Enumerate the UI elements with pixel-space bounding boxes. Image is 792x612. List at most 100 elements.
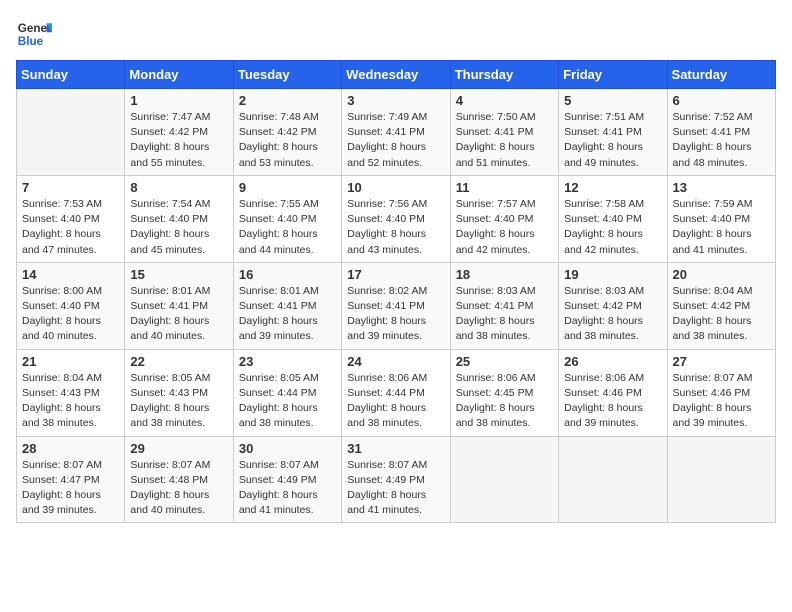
calendar-cell (17, 89, 125, 176)
day-info: Sunrise: 8:07 AM Sunset: 4:49 PM Dayligh… (239, 458, 336, 519)
day-number: 27 (673, 354, 770, 369)
weekday-header: Saturday (667, 61, 775, 89)
weekday-header: Sunday (17, 61, 125, 89)
day-number: 26 (564, 354, 661, 369)
day-info: Sunrise: 7:54 AM Sunset: 4:40 PM Dayligh… (130, 197, 227, 258)
calendar-cell: 3Sunrise: 7:49 AM Sunset: 4:41 PM Daylig… (342, 89, 450, 176)
day-info: Sunrise: 8:07 AM Sunset: 4:47 PM Dayligh… (22, 458, 119, 519)
day-number: 21 (22, 354, 119, 369)
calendar-cell: 13 Sunrise: 7:59 AM Sunset: 4:40 PM Dayli… (667, 175, 775, 262)
day-info: Sunrise: 8:06 AM Sunset: 4:46 PM Dayligh… (564, 371, 661, 432)
day-number: 4 (456, 93, 553, 108)
calendar-cell: 25 Sunrise: 8:06 AM Sunset: 4:45 PM Dayli… (450, 349, 558, 436)
calendar-cell: 10 Sunrise: 7:56 AM Sunset: 4:40 PM Dayli… (342, 175, 450, 262)
day-number: 25 (456, 354, 553, 369)
calendar-cell: 6Sunrise: 7:52 AM Sunset: 4:41 PM Daylig… (667, 89, 775, 176)
day-info: Sunrise: 8:05 AM Sunset: 4:44 PM Dayligh… (239, 371, 336, 432)
day-number: 12 (564, 180, 661, 195)
calendar-cell (450, 436, 558, 523)
day-number: 18 (456, 267, 553, 282)
calendar-cell: 19 Sunrise: 8:03 AM Sunset: 4:42 PM Dayli… (559, 262, 667, 349)
calendar-cell: 11 Sunrise: 7:57 AM Sunset: 4:40 PM Dayli… (450, 175, 558, 262)
day-info: Sunrise: 7:56 AM Sunset: 4:40 PM Dayligh… (347, 197, 444, 258)
calendar-cell: 8Sunrise: 7:54 AM Sunset: 4:40 PM Daylig… (125, 175, 233, 262)
calendar-cell: 31 Sunrise: 8:07 AM Sunset: 4:49 PM Dayli… (342, 436, 450, 523)
day-info: Sunrise: 7:57 AM Sunset: 4:40 PM Dayligh… (456, 197, 553, 258)
calendar-cell: 4 Sunrise: 7:50 AM Sunset: 4:41 PM Daylig… (450, 89, 558, 176)
day-number: 10 (347, 180, 444, 195)
calendar-cell: 24Sunrise: 8:06 AM Sunset: 4:44 PM Dayli… (342, 349, 450, 436)
svg-text:Blue: Blue (18, 35, 44, 48)
calendar-cell: 5 Sunrise: 7:51 AM Sunset: 4:41 PM Daylig… (559, 89, 667, 176)
day-info: Sunrise: 8:04 AM Sunset: 4:42 PM Dayligh… (673, 284, 770, 345)
calendar-cell: 27 Sunrise: 8:07 AM Sunset: 4:46 PM Dayli… (667, 349, 775, 436)
calendar-cell: 30Sunrise: 8:07 AM Sunset: 4:49 PM Dayli… (233, 436, 341, 523)
day-info: Sunrise: 7:51 AM Sunset: 4:41 PM Dayligh… (564, 110, 661, 171)
day-info: Sunrise: 7:55 AM Sunset: 4:40 PM Dayligh… (239, 197, 336, 258)
day-number: 17 (347, 267, 444, 282)
calendar-cell: 15 Sunrise: 8:01 AM Sunset: 4:41 PM Dayli… (125, 262, 233, 349)
logo: General Blue (16, 16, 52, 52)
weekday-header: Wednesday (342, 61, 450, 89)
calendar-week-row: 1 Sunrise: 7:47 AM Sunset: 4:42 PM Daylig… (17, 89, 776, 176)
calendar-cell: 9 Sunrise: 7:55 AM Sunset: 4:40 PM Daylig… (233, 175, 341, 262)
calendar-cell: 7Sunrise: 7:53 AM Sunset: 4:40 PM Daylig… (17, 175, 125, 262)
weekday-header: Monday (125, 61, 233, 89)
day-number: 13 (673, 180, 770, 195)
calendar-cell: 23Sunrise: 8:05 AM Sunset: 4:44 PM Dayli… (233, 349, 341, 436)
day-number: 28 (22, 441, 119, 456)
day-info: Sunrise: 8:02 AM Sunset: 4:41 PM Dayligh… (347, 284, 444, 345)
calendar-cell: 16 Sunrise: 8:01 AM Sunset: 4:41 PM Dayli… (233, 262, 341, 349)
day-info: Sunrise: 8:03 AM Sunset: 4:42 PM Dayligh… (564, 284, 661, 345)
day-number: 31 (347, 441, 444, 456)
day-info: Sunrise: 7:48 AM Sunset: 4:42 PM Dayligh… (239, 110, 336, 171)
logo-icon: General Blue (16, 16, 52, 52)
day-info: Sunrise: 8:07 AM Sunset: 4:46 PM Dayligh… (673, 371, 770, 432)
day-info: Sunrise: 7:47 AM Sunset: 4:42 PM Dayligh… (130, 110, 227, 171)
calendar-cell: 21 Sunrise: 8:04 AM Sunset: 4:43 PM Dayli… (17, 349, 125, 436)
day-number: 16 (239, 267, 336, 282)
calendar-cell: 28 Sunrise: 8:07 AM Sunset: 4:47 PM Dayli… (17, 436, 125, 523)
day-number: 9 (239, 180, 336, 195)
calendar-cell: 26 Sunrise: 8:06 AM Sunset: 4:46 PM Dayli… (559, 349, 667, 436)
calendar-body: 1 Sunrise: 7:47 AM Sunset: 4:42 PM Daylig… (17, 89, 776, 523)
day-number: 7 (22, 180, 119, 195)
day-number: 19 (564, 267, 661, 282)
calendar-cell: 2 Sunrise: 7:48 AM Sunset: 4:42 PM Daylig… (233, 89, 341, 176)
day-info: Sunrise: 7:50 AM Sunset: 4:41 PM Dayligh… (456, 110, 553, 171)
calendar-cell (667, 436, 775, 523)
calendar-cell: 1 Sunrise: 7:47 AM Sunset: 4:42 PM Daylig… (125, 89, 233, 176)
page-header: General Blue (16, 16, 776, 52)
calendar-cell: 22Sunrise: 8:05 AM Sunset: 4:43 PM Dayli… (125, 349, 233, 436)
day-info: Sunrise: 8:01 AM Sunset: 4:41 PM Dayligh… (130, 284, 227, 345)
day-info: Sunrise: 7:59 AM Sunset: 4:40 PM Dayligh… (673, 197, 770, 258)
weekday-header: Tuesday (233, 61, 341, 89)
day-info: Sunrise: 8:07 AM Sunset: 4:48 PM Dayligh… (130, 458, 227, 519)
calendar-week-row: 7Sunrise: 7:53 AM Sunset: 4:40 PM Daylig… (17, 175, 776, 262)
day-number: 5 (564, 93, 661, 108)
day-info: Sunrise: 8:01 AM Sunset: 4:41 PM Dayligh… (239, 284, 336, 345)
day-number: 6 (673, 93, 770, 108)
calendar-cell: 17 Sunrise: 8:02 AM Sunset: 4:41 PM Dayli… (342, 262, 450, 349)
day-number: 29 (130, 441, 227, 456)
calendar-cell: 12 Sunrise: 7:58 AM Sunset: 4:40 PM Dayli… (559, 175, 667, 262)
calendar-cell: 29 Sunrise: 8:07 AM Sunset: 4:48 PM Dayli… (125, 436, 233, 523)
calendar-header: SundayMondayTuesdayWednesdayThursdayFrid… (17, 61, 776, 89)
calendar-cell: 14Sunrise: 8:00 AM Sunset: 4:40 PM Dayli… (17, 262, 125, 349)
day-info: Sunrise: 8:04 AM Sunset: 4:43 PM Dayligh… (22, 371, 119, 432)
weekday-header: Thursday (450, 61, 558, 89)
calendar-cell: 18 Sunrise: 8:03 AM Sunset: 4:41 PM Dayli… (450, 262, 558, 349)
day-number: 20 (673, 267, 770, 282)
day-number: 2 (239, 93, 336, 108)
day-info: Sunrise: 7:58 AM Sunset: 4:40 PM Dayligh… (564, 197, 661, 258)
day-number: 22 (130, 354, 227, 369)
weekday-header: Friday (559, 61, 667, 89)
day-info: Sunrise: 8:03 AM Sunset: 4:41 PM Dayligh… (456, 284, 553, 345)
calendar-week-row: 14Sunrise: 8:00 AM Sunset: 4:40 PM Dayli… (17, 262, 776, 349)
calendar-week-row: 28 Sunrise: 8:07 AM Sunset: 4:47 PM Dayli… (17, 436, 776, 523)
day-number: 11 (456, 180, 553, 195)
day-number: 15 (130, 267, 227, 282)
day-number: 1 (130, 93, 227, 108)
day-info: Sunrise: 8:07 AM Sunset: 4:49 PM Dayligh… (347, 458, 444, 519)
day-info: Sunrise: 8:06 AM Sunset: 4:45 PM Dayligh… (456, 371, 553, 432)
